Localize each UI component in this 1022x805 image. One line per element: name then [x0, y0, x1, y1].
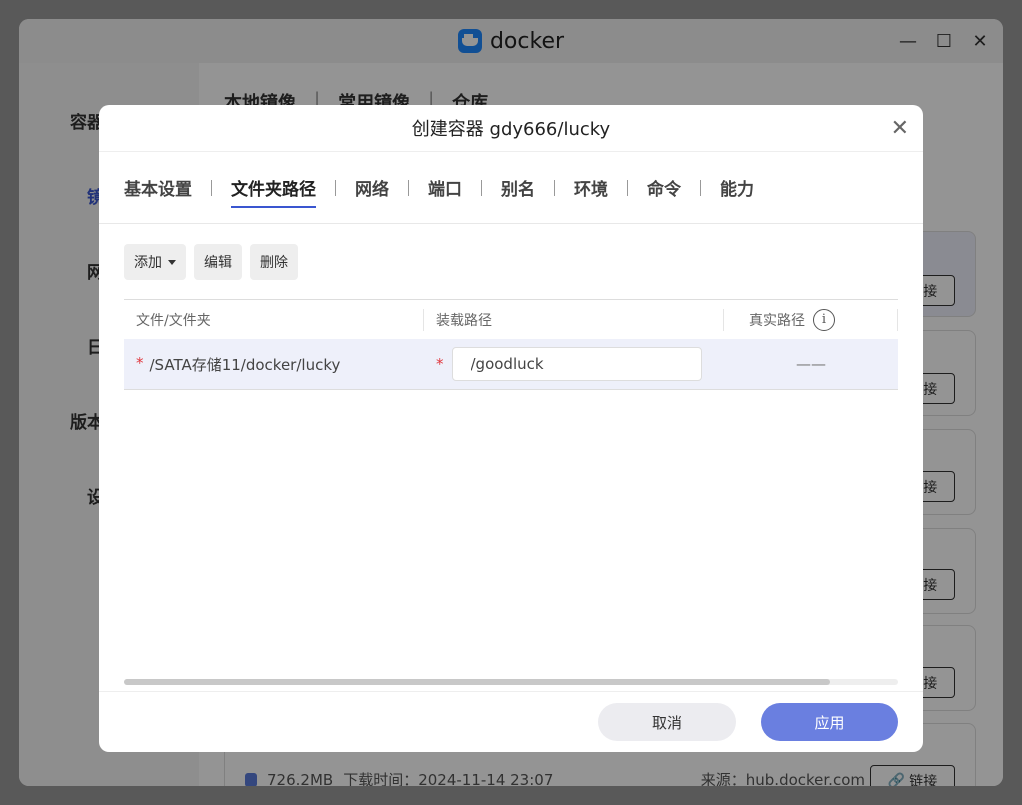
header-mount-path: 装载路径: [424, 308, 724, 331]
caret-down-icon: [168, 259, 176, 265]
table-row[interactable]: * /SATA存储11/docker/lucky * ——: [124, 339, 898, 390]
tab-separator: [627, 179, 628, 196]
dialog-title: 创建容器 gdy666/lucky: [411, 119, 611, 140]
toolbar: 添加 编辑 删除: [124, 244, 298, 280]
add-button[interactable]: 添加: [124, 244, 186, 280]
file-path: /SATA存储11/docker/lucky: [149, 355, 341, 374]
dialog-header: 创建容器 gdy666/lucky ✕: [99, 105, 923, 152]
tabs-divider: [99, 223, 923, 224]
file-cell: * /SATA存储11/docker/lucky: [124, 354, 424, 375]
mount-cell: *: [424, 347, 724, 381]
dialog-tabs: 基本设置 文件夹路径 网络 端口 别名 环境 命令 能力: [124, 175, 754, 208]
apply-button[interactable]: 应用: [761, 703, 898, 741]
tab-network[interactable]: 网络: [355, 175, 389, 206]
required-mark: *: [136, 353, 144, 372]
table-header: 文件/文件夹 装载路径 真实路径 i: [124, 299, 898, 339]
tab-separator: [481, 179, 482, 196]
create-container-dialog: 创建容器 gdy666/lucky ✕ 基本设置 文件夹路径 网络 端口 别名 …: [99, 105, 923, 752]
real-path-cell: ——: [796, 355, 826, 373]
tab-separator: [554, 179, 555, 196]
info-icon[interactable]: i: [813, 308, 835, 331]
edit-button[interactable]: 编辑: [194, 244, 242, 280]
tab-alias[interactable]: 别名: [501, 175, 535, 206]
delete-button[interactable]: 删除: [250, 244, 298, 280]
tab-separator: [700, 179, 701, 196]
close-icon[interactable]: ✕: [891, 118, 909, 140]
cancel-button[interactable]: 取消: [598, 703, 736, 741]
scrollbar-thumb[interactable]: [124, 679, 830, 685]
tab-capabilities[interactable]: 能力: [720, 175, 754, 206]
header-real-path: 真实路径 i: [724, 308, 898, 331]
dialog-footer: 取消 应用: [99, 691, 923, 752]
volume-table: 文件/文件夹 装载路径 真实路径 i * /SATA存储11/docker/lu…: [124, 299, 898, 390]
tab-port[interactable]: 端口: [428, 175, 462, 206]
tab-separator: [211, 179, 212, 196]
tab-folder-path[interactable]: 文件夹路径: [231, 175, 316, 208]
header-real-path-label: 真实路径: [749, 312, 805, 329]
tab-separator: [408, 179, 409, 196]
header-file-folder: 文件/文件夹: [124, 308, 424, 331]
tab-environment[interactable]: 环境: [574, 175, 608, 206]
mount-path-input[interactable]: [451, 347, 702, 381]
tab-separator: [335, 179, 336, 196]
horizontal-scrollbar[interactable]: [124, 679, 898, 685]
tab-command[interactable]: 命令: [647, 175, 681, 206]
tab-basic-settings[interactable]: 基本设置: [124, 175, 192, 206]
required-mark: *: [436, 355, 444, 373]
add-label: 添加: [134, 255, 162, 271]
